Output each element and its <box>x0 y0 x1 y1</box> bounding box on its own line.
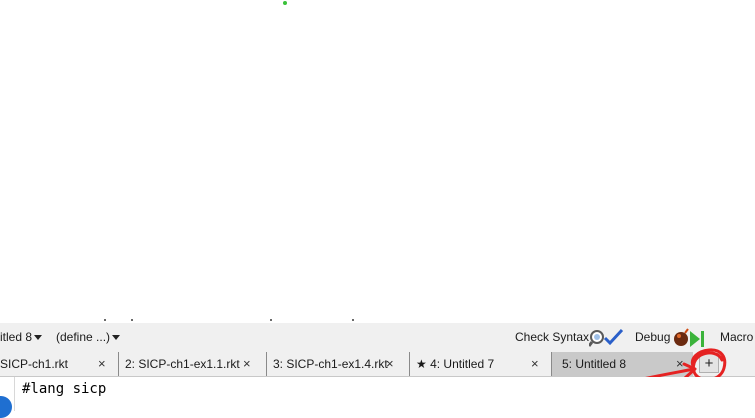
tab-sicp-ch1-ex1-4[interactable]: 3: SICP-ch1-ex1.4.rkt × <box>266 352 409 376</box>
file-name-label: itled 8 <box>0 330 33 344</box>
close-icon[interactable]: × <box>98 352 106 376</box>
check-syntax-label: Check Syntax <box>515 330 590 344</box>
tab-label: 3: SICP-ch1-ex1.4.rkt <box>273 357 388 371</box>
define-menu-label: (define ...) <box>56 330 111 344</box>
define-menu[interactable]: (define ...) <box>56 323 121 352</box>
debug-label: Debug <box>635 330 671 344</box>
toolbar: itled 8 (define ...) Check Syntax Debug … <box>0 323 755 352</box>
tab-untitled-8[interactable]: 5: Untitled 8 × <box>551 352 693 376</box>
debug-button[interactable]: Debug <box>635 323 670 352</box>
tab-label: 2: SICP-ch1-ex1.1.rkt <box>125 357 240 371</box>
interactions-area[interactable] <box>0 0 755 322</box>
chevron-down-icon <box>34 335 43 340</box>
tab-sicp-ch1-ex1-1[interactable]: 2: SICP-ch1-ex1.1.rkt × <box>118 352 266 376</box>
close-icon[interactable]: × <box>386 352 394 376</box>
status-dot <box>283 1 287 5</box>
close-icon[interactable]: × <box>676 352 684 376</box>
new-tab-button[interactable]: + <box>699 353 719 373</box>
tab-label: ★ 4: Untitled 7 <box>416 357 495 371</box>
debug-icon[interactable] <box>673 328 709 348</box>
tab-bar: SICP-ch1.rkt × 2: SICP-ch1-ex1.1.rkt × 3… <box>0 352 755 377</box>
code-line[interactable]: #lang sicp <box>22 381 106 397</box>
close-icon[interactable]: × <box>531 352 539 376</box>
check-syntax-button[interactable]: Check Syntax <box>515 323 589 352</box>
tab-untitled-7[interactable]: ★ 4: Untitled 7 × <box>409 352 551 376</box>
definitions-editor[interactable]: #lang sicp <box>0 377 755 411</box>
file-name-menu[interactable]: itled 8 <box>0 323 43 352</box>
check-syntax-icon[interactable] <box>589 328 625 348</box>
macro-label: Macro <box>720 330 754 344</box>
tab-sicp-ch1[interactable]: SICP-ch1.rkt × <box>0 352 118 376</box>
macro-stepper-button[interactable]: Macro <box>720 323 753 352</box>
tab-label: SICP-ch1.rkt <box>0 357 69 371</box>
close-icon[interactable]: × <box>243 352 251 376</box>
chevron-down-icon <box>112 335 121 340</box>
tab-label: 5: Untitled 8 <box>562 357 627 371</box>
